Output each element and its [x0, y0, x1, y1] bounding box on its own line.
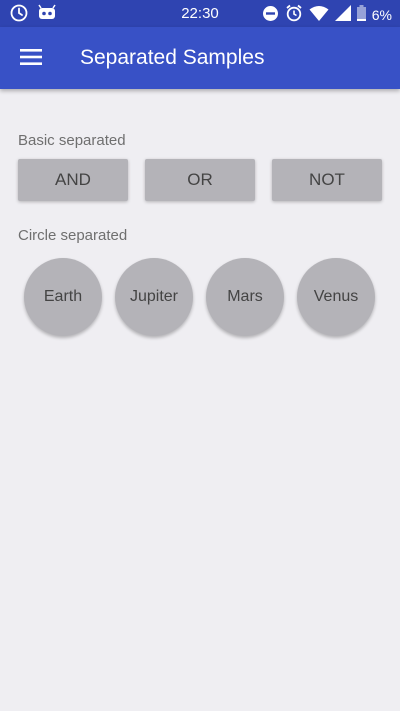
- venus-button[interactable]: Venus: [297, 258, 375, 336]
- earth-button[interactable]: Earth: [24, 258, 102, 336]
- wifi-icon: [309, 5, 329, 25]
- and-button[interactable]: AND: [18, 159, 128, 201]
- jupiter-button[interactable]: Jupiter: [115, 258, 193, 336]
- or-button[interactable]: OR: [145, 159, 255, 201]
- battery-icon: [356, 5, 366, 24]
- alarm-icon: [285, 4, 303, 25]
- not-button[interactable]: NOT: [272, 159, 382, 201]
- mars-button[interactable]: Mars: [206, 258, 284, 336]
- app-bar: Separated Samples: [0, 27, 400, 89]
- app-title: Separated Samples: [80, 46, 265, 69]
- do-not-disturb-icon: [262, 5, 279, 25]
- signal-icon: [334, 5, 351, 24]
- status-right-icons: 6%: [262, 4, 392, 25]
- status-bar: 22:30 6%: [0, 0, 400, 27]
- circle-separated-label: Circle separated: [18, 227, 128, 244]
- menu-button[interactable]: [14, 44, 48, 74]
- basic-separated-label: Basic separated: [18, 132, 126, 149]
- battery-percent: 6%: [371, 6, 392, 23]
- hamburger-menu-icon: [20, 48, 42, 70]
